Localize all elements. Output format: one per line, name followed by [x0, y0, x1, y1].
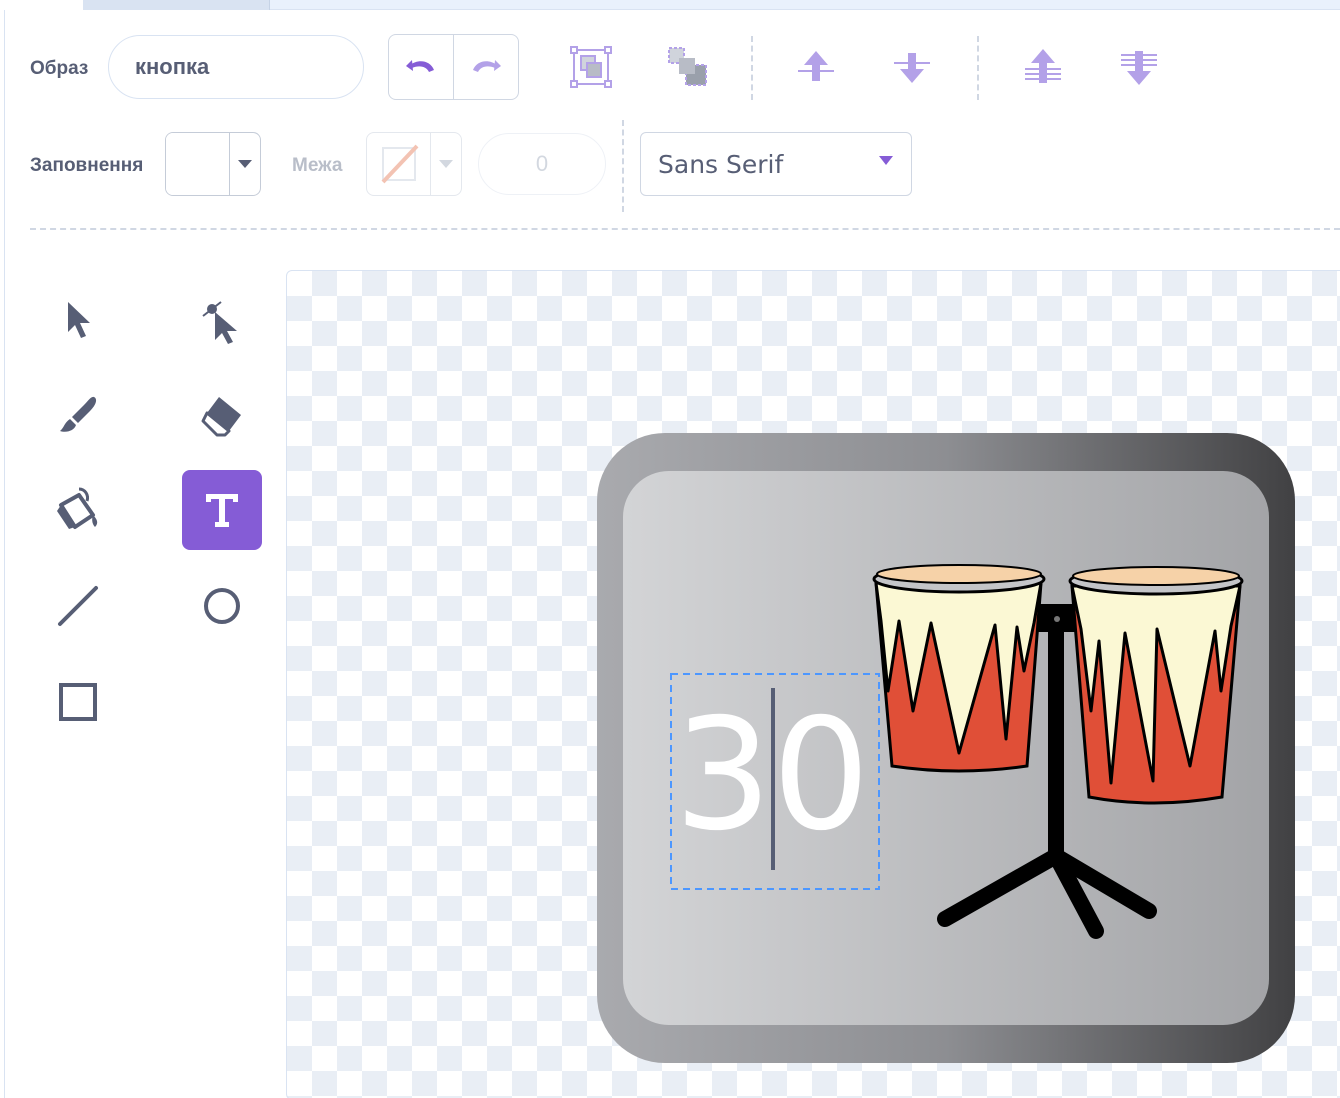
costume-name-input[interactable]: [108, 35, 364, 99]
chevron-down-icon: [439, 160, 453, 168]
eraser-tool[interactable]: [182, 375, 262, 455]
outline-color-picker[interactable]: [366, 132, 462, 196]
front-button[interactable]: [1015, 39, 1071, 95]
rectangle-icon: [59, 683, 97, 721]
fill-label: Заповнення: [30, 155, 144, 176]
text-tool[interactable]: [182, 470, 262, 550]
tab-left[interactable]: [0, 0, 84, 10]
brush-icon: [60, 396, 97, 432]
group-button[interactable]: [563, 39, 619, 95]
toolbar-separator: [30, 228, 1340, 230]
outline-width-input[interactable]: 0: [478, 133, 606, 195]
fill-color-picker[interactable]: [165, 132, 261, 196]
text-icon: [206, 494, 238, 527]
outline-swatch: [367, 133, 431, 195]
brush-tool[interactable]: [38, 375, 118, 455]
circle-tool[interactable]: [182, 566, 262, 646]
ungroup-icon: [668, 47, 707, 86]
forward-icon: [798, 51, 834, 81]
chevron-down-icon: [238, 160, 252, 168]
font-name: Sans Serif: [658, 149, 784, 179]
circle-icon: [204, 588, 240, 624]
undo-icon: [406, 60, 434, 72]
back-icon: [1121, 51, 1157, 85]
toolbar-divider: [977, 36, 979, 100]
costume-label: Образ: [30, 58, 89, 79]
outline-label: Межа: [292, 155, 343, 176]
rectangle-tool[interactable]: [38, 662, 118, 742]
backward-icon: [894, 53, 930, 83]
fill-tool[interactable]: [38, 470, 118, 550]
tab-strip: [0, 0, 1340, 10]
reshape-tool[interactable]: [182, 280, 262, 360]
costume-artwork: 30: [597, 433, 1295, 1063]
select-tool[interactable]: [38, 280, 118, 360]
backward-button[interactable]: [884, 39, 940, 95]
reshape-icon: [202, 301, 237, 344]
undo-button[interactable]: [389, 35, 453, 99]
toolbar-divider: [622, 120, 624, 212]
line-tool[interactable]: [38, 566, 118, 646]
outline-dropdown[interactable]: [431, 133, 461, 195]
redo-icon: [473, 60, 501, 72]
back-button[interactable]: [1111, 39, 1167, 95]
eraser-icon: [201, 397, 241, 437]
tab-middle[interactable]: [84, 0, 270, 10]
fill-bucket-icon: [57, 487, 98, 529]
front-icon: [1025, 49, 1061, 83]
chevron-down-icon: [879, 156, 893, 165]
ungroup-button[interactable]: [660, 39, 716, 95]
select-arrow-icon: [68, 302, 90, 338]
drawing-canvas[interactable]: 30: [286, 270, 1340, 1098]
no-outline-icon: [381, 144, 418, 184]
panel-border: [4, 10, 5, 1098]
font-dropdown[interactable]: Sans Serif: [640, 132, 912, 196]
line-icon: [58, 586, 98, 626]
fill-dropdown[interactable]: [230, 133, 260, 195]
forward-button[interactable]: [788, 39, 844, 95]
redo-button[interactable]: [453, 35, 518, 99]
group-icon: [570, 46, 612, 88]
undo-redo-group: [388, 34, 519, 100]
text-edit-box[interactable]: 30: [670, 673, 880, 890]
toolbar-divider: [751, 36, 753, 100]
fill-swatch: [166, 133, 230, 195]
